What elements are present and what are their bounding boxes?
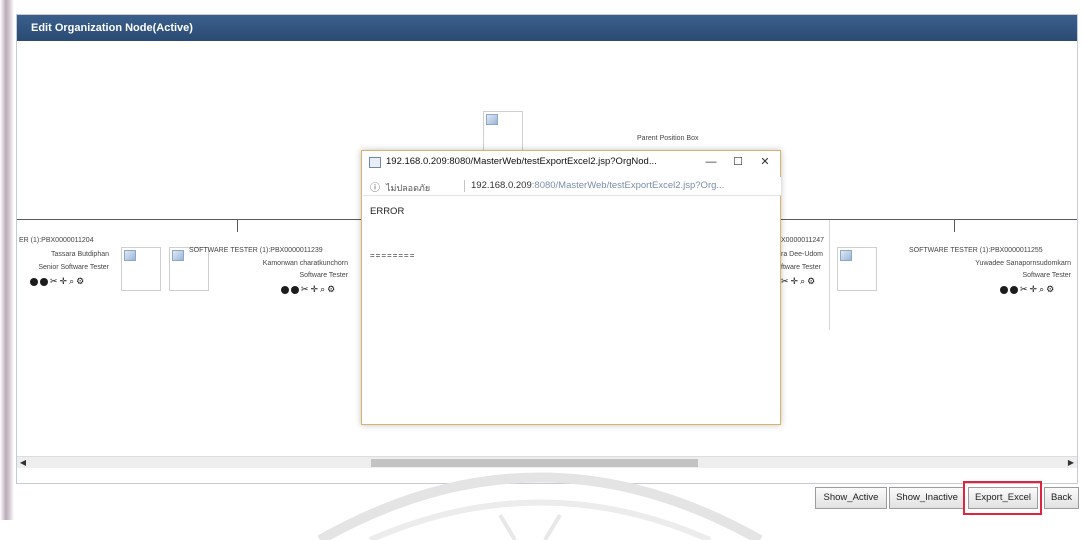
- minimize-button[interactable]: —: [700, 154, 722, 171]
- page-favicon-icon: [369, 157, 381, 168]
- remove-icon[interactable]: [40, 277, 48, 286]
- position-1-title: ER (1):PBX0000011204: [19, 237, 94, 244]
- popup-titlebar[interactable]: 192.168.0.209:8080/MasterWeb/testExportE…: [362, 151, 780, 175]
- position-3-role: ftware Tester: [781, 264, 821, 271]
- parent-position-image: [483, 111, 523, 155]
- move-icon[interactable]: ✛: [60, 276, 70, 287]
- panel-title: Edit Organization Node(Active): [17, 15, 1077, 41]
- position-2-name: Kamonwan charatkunchorn: [262, 260, 348, 267]
- position-3-title: X0000011247: [781, 237, 825, 244]
- back-button[interactable]: Back: [1044, 487, 1079, 509]
- not-secure-label: ไม่ปลอดภัย: [386, 183, 431, 193]
- scrollbar-thumb[interactable]: [371, 459, 698, 467]
- info-icon[interactable]: ⓘ: [370, 179, 380, 194]
- search-icon[interactable]: ⌕: [320, 284, 327, 295]
- position-3-controls: ✂✛⌕⚙: [781, 276, 817, 287]
- horizontal-scrollbar[interactable]: ◀ ▶: [17, 456, 1077, 468]
- cut-icon[interactable]: ✂: [781, 276, 791, 287]
- position-4-title: SOFTWARE TESTER (1):PBX0000011255: [909, 247, 1043, 254]
- show-active-button[interactable]: Show_Active: [815, 487, 887, 509]
- remove-icon[interactable]: [291, 285, 299, 294]
- broken-image-icon: [840, 250, 852, 261]
- remove-icon[interactable]: [1010, 285, 1018, 294]
- position-4-name: Yuwadee Sanapornsudomkarn: [975, 260, 1071, 267]
- scroll-left-icon[interactable]: ◀: [17, 457, 29, 469]
- move-icon[interactable]: ✛: [1030, 284, 1040, 295]
- url-host: 192.168.0.209: [471, 180, 532, 191]
- export-popup-window: 192.168.0.209:8080/MasterWeb/testExportE…: [361, 150, 781, 425]
- page-edge-strip: [0, 0, 14, 520]
- popup-title: 192.168.0.209:8080/MasterWeb/testExportE…: [386, 156, 657, 167]
- add-icon[interactable]: [30, 277, 38, 286]
- position-2-controls: ✂✛⌕⚙: [281, 284, 337, 295]
- broken-image-icon: [124, 250, 136, 261]
- broken-image-icon: [172, 250, 184, 261]
- cut-icon[interactable]: ✂: [1020, 284, 1030, 295]
- org-connector-branch-4: [954, 220, 955, 232]
- move-icon[interactable]: ✛: [791, 276, 801, 287]
- position-1-name: Tassara Butdiphan: [51, 251, 109, 258]
- position-2-role: Software Tester: [299, 272, 348, 279]
- error-text: ERROR: [370, 206, 405, 217]
- position-4-role: Software Tester: [1022, 272, 1071, 279]
- show-inactive-button[interactable]: Show_Inactive: [889, 487, 965, 509]
- position-1-role: Senior Software Tester: [38, 264, 109, 271]
- settings-icon[interactable]: ⚙: [76, 276, 86, 287]
- add-icon[interactable]: [281, 285, 289, 294]
- address-separator: [464, 180, 465, 192]
- url-path: :8080/MasterWeb/testExportExcel2.jsp?Org…: [531, 180, 725, 191]
- add-icon[interactable]: [1000, 285, 1008, 294]
- search-icon[interactable]: ⌕: [1039, 284, 1046, 295]
- search-icon[interactable]: ⌕: [69, 276, 76, 287]
- broken-image-icon: [486, 114, 498, 125]
- cut-icon[interactable]: ✂: [301, 284, 311, 295]
- scroll-right-icon[interactable]: ▶: [1065, 457, 1077, 469]
- settings-icon[interactable]: ⚙: [327, 284, 337, 295]
- maximize-button[interactable]: ☐: [727, 154, 749, 171]
- popup-url: 192.168.0.209:8080/MasterWeb/testExportE…: [471, 180, 724, 191]
- position-3-divider: [829, 220, 830, 330]
- position-4-image: [837, 247, 877, 291]
- position-2-title: SOFTWARE TESTER (1):PBX0000011239: [189, 247, 323, 254]
- settings-icon[interactable]: ⚙: [807, 276, 817, 287]
- settings-icon[interactable]: ⚙: [1046, 284, 1056, 295]
- parent-position-label: Parent Position Box: [637, 135, 699, 142]
- position-3-name: ra Dee-Udom: [781, 251, 824, 258]
- separator-text: ========: [370, 251, 416, 260]
- position-1-image: [121, 247, 161, 291]
- move-icon[interactable]: ✛: [311, 284, 321, 295]
- popup-address-bar[interactable]: ⓘ ไม่ปลอดภัย 192.168.0.209:8080/MasterWe…: [363, 177, 781, 196]
- cut-icon[interactable]: ✂: [50, 276, 60, 287]
- export-excel-button[interactable]: Export_Excel: [968, 487, 1038, 509]
- close-button[interactable]: ✕: [754, 154, 776, 171]
- position-4-controls: ✂✛⌕⚙: [1000, 284, 1056, 295]
- search-icon[interactable]: ⌕: [800, 276, 807, 287]
- position-1-controls: ✂✛⌕⚙: [30, 276, 86, 287]
- org-connector-branch-2: [237, 220, 238, 232]
